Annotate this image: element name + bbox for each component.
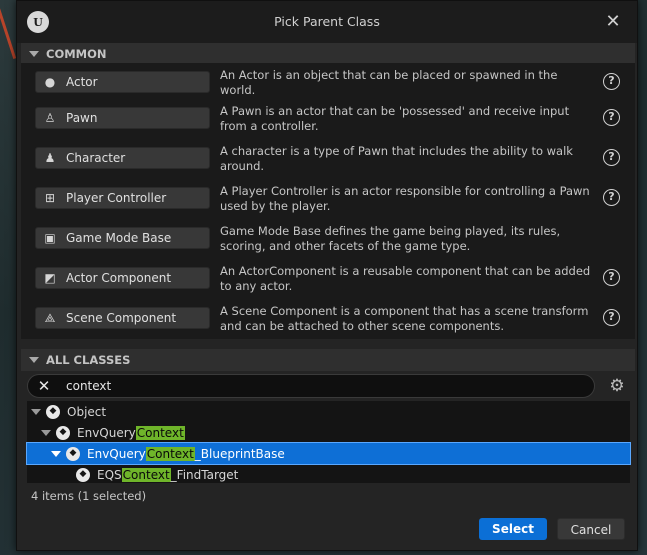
common-class-row-pawn: ♙ Pawn A Pawn is an actor that can be 'p… [35, 101, 635, 137]
pawn-button-label: Pawn [66, 111, 98, 125]
actor-button-label: Actor [66, 75, 98, 89]
character-description: A character is a type of Pawn that inclu… [220, 144, 573, 173]
pawn-description: A Pawn is an actor that can be 'possesse… [220, 104, 570, 133]
expand-arrow-icon[interactable] [41, 429, 51, 436]
common-section-label: COMMON [46, 47, 107, 61]
character-button-label: Character [66, 151, 126, 165]
class-search-row: ✕ ⚙ [27, 374, 627, 398]
tree-row-label: EnvQueryContext_BlueprintBase [87, 446, 285, 461]
search-match-highlight: Context [121, 467, 171, 482]
common-class-row-character: ♟ Character A character is a type of Paw… [35, 141, 635, 177]
all-classes-section-header[interactable]: ALL CLASSES [21, 349, 635, 371]
scene-component-description: A Scene Component is a component that ha… [220, 304, 589, 333]
pawn-button[interactable]: ♙ Pawn [35, 107, 210, 129]
item-count-status: 4 items (1 selected) [31, 489, 147, 503]
game-mode-icon: ▣ [44, 231, 56, 245]
actor-description: An Actor is an object that can be placed… [220, 68, 558, 97]
tree-row-object[interactable]: ◆ Object [27, 401, 630, 422]
player-controller-button-label: Player Controller [66, 191, 167, 205]
common-class-row-actor: ● Actor An Actor is an object that can b… [35, 65, 635, 101]
all-classes-section-label: ALL CLASSES [46, 353, 131, 367]
gamepad-icon: ⊞ [44, 191, 56, 205]
help-icon[interactable]: ? [603, 189, 620, 206]
collapse-arrow-icon [29, 51, 39, 57]
actor-component-icon: ◩ [44, 271, 56, 285]
actor-button[interactable]: ● Actor [35, 71, 210, 93]
class-search-box: ✕ [27, 374, 595, 398]
expand-arrow-icon[interactable] [51, 450, 61, 457]
class-icon: ◆ [66, 446, 80, 461]
help-icon[interactable]: ? [603, 73, 620, 90]
class-tree: ◆ Object ◆ EnvQueryContext ◆ EnvQueryCon… [26, 401, 631, 485]
search-match-highlight: Context [145, 446, 195, 461]
gear-icon[interactable]: ⚙ [606, 375, 628, 397]
viewport-decoration [0, 1, 17, 59]
player-controller-description: A Player Controller is an actor responsi… [220, 184, 590, 213]
common-class-row-scene-component: ⟁ Scene Component A Scene Component is a… [35, 301, 635, 337]
common-class-row-actor-component: ◩ Actor Component An ActorComponent is a… [35, 261, 635, 297]
class-icon: ◆ [76, 467, 90, 482]
common-class-row-player-controller: ⊞ Player Controller A Player Controller … [35, 181, 635, 217]
scene-component-button-label: Scene Component [66, 311, 177, 325]
cancel-button[interactable]: Cancel [557, 518, 625, 540]
pawn-icon: ♙ [44, 111, 56, 125]
class-search-input[interactable] [66, 379, 546, 393]
player-controller-button[interactable]: ⊞ Player Controller [35, 187, 210, 209]
scene-component-button[interactable]: ⟁ Scene Component [35, 307, 210, 329]
tree-row-label: EQSContext_FindTarget [97, 467, 239, 482]
character-icon: ♟ [44, 151, 56, 165]
tree-row-label: Object [67, 404, 107, 419]
game-mode-base-button-label: Game Mode Base [66, 231, 172, 245]
class-icon: ◆ [56, 425, 70, 440]
character-button[interactable]: ♟ Character [35, 147, 210, 169]
common-section-header[interactable]: COMMON [21, 43, 635, 65]
collapse-arrow-icon [29, 357, 39, 363]
tree-row-eqscontext-findtarget[interactable]: ◆ EQSContext_FindTarget [27, 464, 630, 485]
common-classes-list: ● Actor An Actor is an object that can b… [21, 63, 635, 339]
tree-row-envquerycontext[interactable]: ◆ EnvQueryContext [27, 422, 630, 443]
pick-parent-class-dialog: U Pick Parent Class ✕ COMMON ● Actor An … [16, 0, 638, 551]
dialog-titlebar: U Pick Parent Class ✕ [17, 1, 637, 43]
scene-component-icon: ⟁ [44, 310, 56, 325]
clear-search-icon[interactable]: ✕ [36, 378, 52, 394]
actor-sphere-icon: ● [44, 75, 56, 89]
help-icon[interactable]: ? [603, 109, 620, 126]
search-match-highlight: Context [135, 425, 185, 440]
help-icon[interactable]: ? [603, 149, 620, 166]
class-icon: ◆ [46, 404, 60, 419]
close-icon[interactable]: ✕ [603, 12, 623, 32]
actor-component-button-label: Actor Component [66, 271, 172, 285]
select-button[interactable]: Select [479, 518, 547, 540]
game-mode-base-description: Game Mode Base defines the game being pl… [220, 224, 561, 253]
common-class-row-game-mode-base: ▣ Game Mode Base Game Mode Base defines … [35, 221, 635, 257]
actor-component-description: An ActorComponent is a reusable componen… [220, 264, 591, 293]
tree-row-label: EnvQueryContext [77, 425, 185, 440]
help-icon[interactable]: ? [603, 309, 620, 326]
game-mode-base-button[interactable]: ▣ Game Mode Base [35, 227, 210, 249]
tree-row-envquerycontext-blueprintbase[interactable]: ◆ EnvQueryContext_BlueprintBase [26, 442, 631, 465]
help-icon[interactable]: ? [603, 269, 620, 286]
actor-component-button[interactable]: ◩ Actor Component [35, 267, 210, 289]
dialog-title: Pick Parent Class [274, 14, 380, 29]
expand-arrow-icon[interactable] [31, 408, 41, 415]
